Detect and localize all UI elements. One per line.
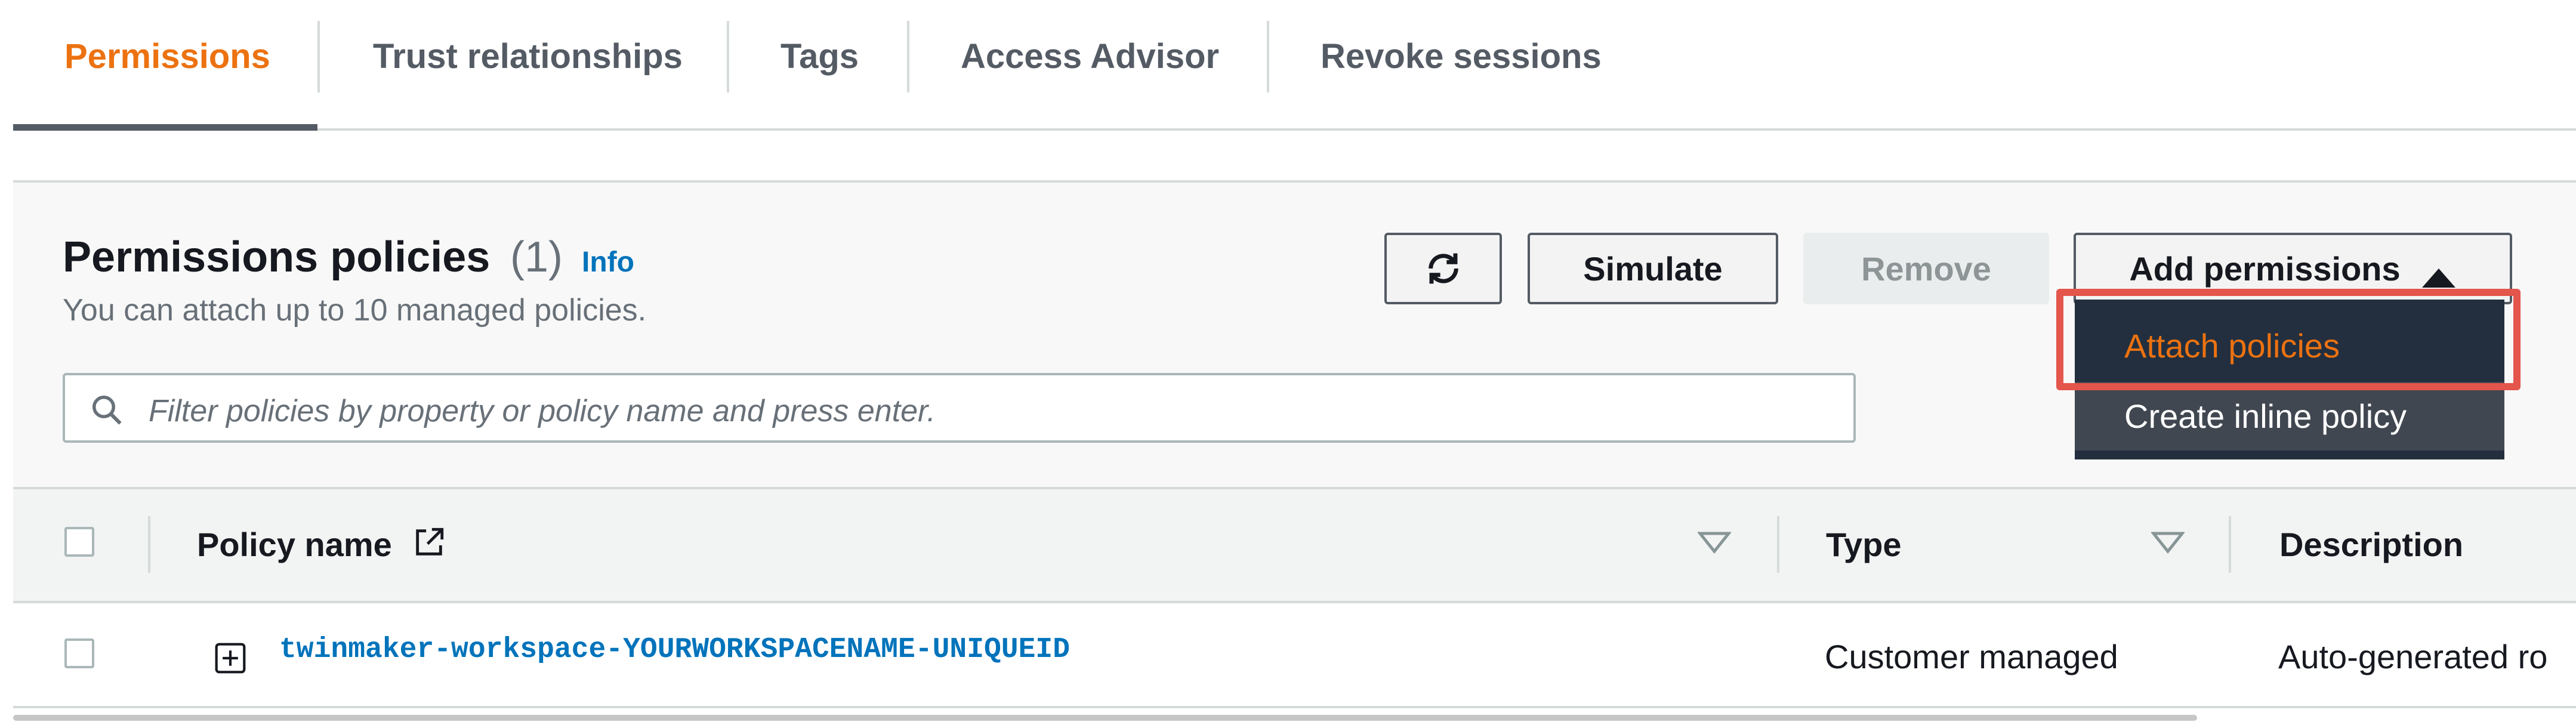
column-header-description[interactable]: Description — [2279, 525, 2463, 564]
column-header-policy-name[interactable]: Policy name — [197, 525, 446, 564]
info-link[interactable]: Info — [582, 246, 634, 279]
panel-subtitle: You can attach up to 10 managed policies… — [63, 293, 647, 328]
expand-icon[interactable] — [214, 641, 247, 675]
column-header-type[interactable]: Type — [1826, 525, 1902, 564]
panel-title: Permissions policies — [63, 233, 490, 281]
tab-separator — [727, 21, 729, 92]
caret-up-icon — [2421, 258, 2457, 288]
external-link-icon — [412, 525, 446, 560]
highlight-box — [2056, 289, 2521, 390]
sort-icon[interactable] — [1696, 531, 1732, 555]
policy-description: Auto-generated ro — [2278, 638, 2548, 675]
row-divider — [13, 706, 2576, 708]
policy-count: (1) — [510, 233, 563, 281]
tab-separator — [1267, 21, 1269, 92]
simulate-button[interactable]: Simulate — [1528, 233, 1778, 304]
policy-name-link[interactable]: twinmaker-workspace-YOURWORKSPACENAME-UN… — [279, 634, 1070, 666]
row-checkbox[interactable] — [64, 638, 94, 668]
column-separator — [148, 516, 150, 573]
tab-tags[interactable]: Tags — [780, 33, 859, 81]
active-tab-indicator — [13, 124, 317, 131]
tab-revoke-sessions[interactable]: Revoke sessions — [1321, 33, 1602, 81]
tab-trust-relationships[interactable]: Trust relationships — [373, 33, 683, 81]
column-separator — [1777, 516, 1779, 573]
tab-separator — [907, 21, 909, 92]
column-label: Policy name — [197, 526, 392, 563]
menu-item-create-inline-policy[interactable]: Create inline policy — [2075, 382, 2504, 451]
remove-button[interactable]: Remove — [1803, 233, 2049, 304]
refresh-icon — [1424, 249, 1463, 288]
tabs-divider — [13, 128, 2576, 131]
add-permissions-label: Add permissions — [2129, 249, 2401, 288]
search-icon — [89, 392, 125, 428]
tab-access-advisor[interactable]: Access Advisor — [961, 33, 1219, 81]
tab-separator — [317, 21, 320, 92]
policy-type: Customer managed — [1825, 638, 2118, 675]
search-placeholder: Filter policies by property or policy na… — [149, 394, 936, 428]
tab-permissions[interactable]: Permissions — [64, 33, 270, 81]
policy-filter-input[interactable]: Filter policies by property or policy na… — [63, 373, 1856, 443]
select-all-checkbox[interactable] — [64, 527, 94, 557]
refresh-button[interactable] — [1384, 233, 1502, 304]
column-separator — [2229, 516, 2231, 573]
sort-icon[interactable] — [2150, 531, 2186, 555]
horizontal-scrollbar[interactable] — [13, 715, 2197, 721]
